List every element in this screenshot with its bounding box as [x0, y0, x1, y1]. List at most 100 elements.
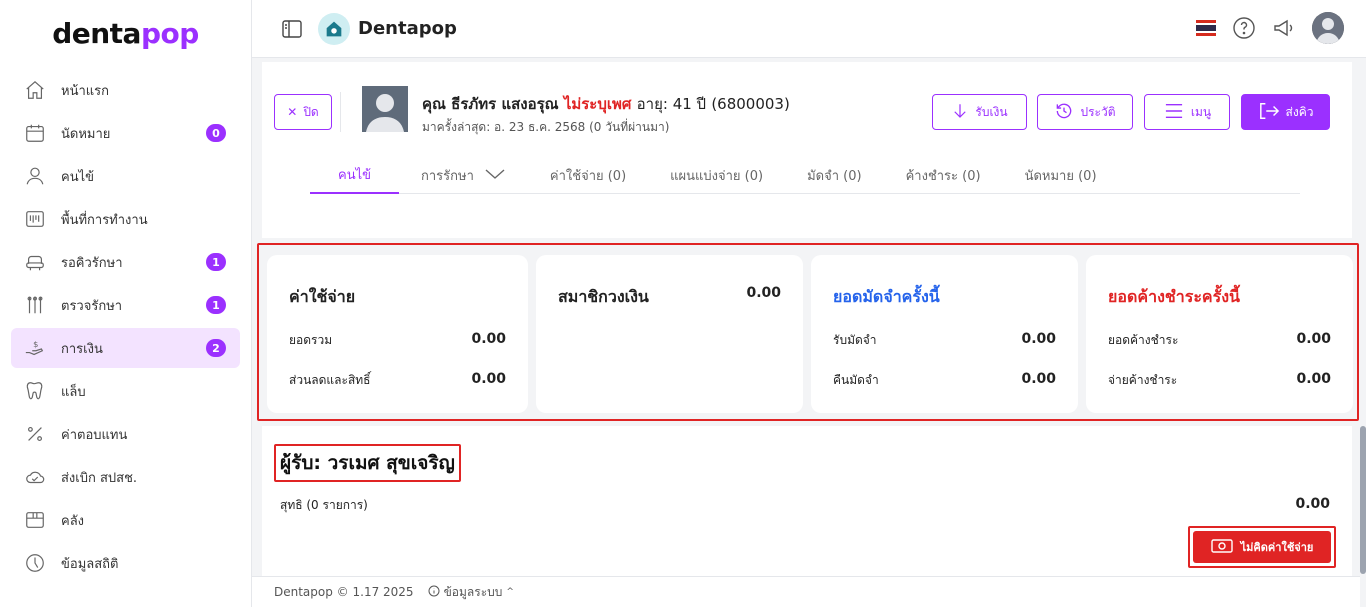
sidebar-item-finance[interactable]: $ การเงิน 2	[11, 328, 240, 368]
last-visit-info: มาครั้งล่าสุด: อ. 23 ธ.ค. 2568 (0 วันที่…	[422, 120, 670, 134]
sidebar-item-appointments[interactable]: นัดหมาย 0	[11, 113, 240, 153]
patient-hn: (6800003)	[711, 95, 790, 113]
logo-text-accent: pop	[140, 16, 199, 50]
divider	[340, 92, 341, 132]
sidebar-item-label: คลัง	[61, 513, 85, 529]
thai-flag-icon[interactable]	[1196, 20, 1216, 37]
sidebar-item-compensation[interactable]: ค่าตอบแทน	[11, 414, 240, 454]
total-row: ยอดรวม 0.00	[289, 331, 506, 350]
sidebar-badge: 0	[206, 124, 226, 142]
tab-appointments[interactable]: นัดหมาย (0)	[1003, 158, 1119, 194]
footer: Dentapop © 1.17 2025 ข้อมูลระบบ ^	[252, 576, 1366, 607]
sidebar-item-label: ส่งเบิก สปสช.	[61, 470, 138, 486]
refund-deposit-row: คืนมัดจำ 0.00	[833, 371, 1056, 390]
stats-icon	[23, 551, 47, 575]
home-icon	[23, 78, 47, 102]
main-scrollbar[interactable]	[1360, 58, 1366, 607]
app-logo[interactable]: denta pop	[0, 0, 251, 62]
top-bar: Dentapop	[252, 0, 1366, 58]
dental-chair-icon	[23, 250, 47, 274]
outstanding-title: ยอดค้างชำระครั้งนี้	[1108, 287, 1240, 306]
sidebar-item-label: นัดหมาย	[61, 126, 111, 142]
top-bar-actions	[1196, 12, 1344, 44]
payment-summary: ค่าใช้จ่าย ยอดรวม 0.00 ส่วนลดและสิทธิ์ 0…	[257, 243, 1359, 421]
sidebar-item-nhso-claim[interactable]: ส่งเบิก สปสช.	[11, 457, 240, 497]
brand-logo-icon	[318, 12, 350, 45]
box-icon	[23, 508, 47, 532]
sidebar-item-workspace[interactable]: พื้นที่การทำงาน	[11, 199, 240, 239]
patient-age: อายุ: 41 ปี	[636, 95, 707, 113]
scrollbar-thumb[interactable]	[1360, 426, 1366, 574]
tab-expenses[interactable]: ค่าใช้จ่าย (0)	[528, 158, 648, 194]
chevron-down-icon	[484, 167, 506, 185]
tab-patient[interactable]: คนไข้	[310, 158, 400, 194]
receive-money-button[interactable]: รับเงิน	[932, 94, 1027, 130]
receive-deposit-label: รับมัดจำ	[833, 333, 877, 347]
sidebar-item-patients[interactable]: คนไข้	[11, 156, 240, 196]
tab-outstanding[interactable]: ค้างชำระ (0)	[884, 158, 1003, 194]
tab-label: ค้างชำระ (0)	[905, 169, 981, 184]
history-button[interactable]: ประวัติ	[1037, 94, 1133, 130]
menu-button[interactable]: เมนู	[1144, 94, 1230, 130]
no-charge-label: ไม่คิดค่าใช้จ่าย	[1240, 542, 1314, 554]
close-button[interactable]: ✕ ปิด	[274, 94, 332, 130]
hamburger-icon	[1163, 102, 1185, 123]
sidebar-toggle-icon[interactable]	[280, 17, 304, 41]
sidebar-badge: 1	[206, 253, 226, 271]
sidebar-item-label: รอคิวรักษา	[61, 255, 123, 271]
user-avatar[interactable]	[1312, 12, 1344, 44]
footer-version: Dentapop © 1.17 2025	[274, 585, 414, 599]
system-info-label: ข้อมูลระบบ	[443, 584, 503, 599]
receive-deposit-value: 0.00	[1021, 331, 1056, 347]
history-icon	[1054, 101, 1074, 124]
discount-row: ส่วนลดและสิทธิ์ 0.00	[289, 371, 506, 390]
no-charge-highlight: ไม่คิดค่าใช้จ่าย	[1188, 526, 1336, 568]
patient-avatar	[362, 86, 408, 132]
discount-value: 0.00	[471, 371, 506, 387]
sidebar-item-label: พื้นที่การทำงาน	[61, 212, 148, 228]
sidebar-item-statistics[interactable]: ข้อมูลสถิติ	[11, 543, 240, 583]
pay-outstanding-row: จ่ายค้างชำระ 0.00	[1108, 371, 1331, 390]
membership-value: 0.00	[746, 285, 781, 301]
tab-installment-plan[interactable]: แผนแบ่งจ่าย (0)	[648, 158, 785, 194]
deposit-card: ยอดมัดจำครั้งนี้ รับมัดจำ 0.00 คืนมัดจำ …	[811, 255, 1078, 413]
no-charge-button[interactable]: ไม่คิดค่าใช้จ่าย	[1193, 531, 1331, 563]
cash-icon	[1210, 538, 1233, 556]
sidebar-item-waiting-queue[interactable]: รอคิวรักษา 1	[11, 242, 240, 282]
receive-money-label: รับเงิน	[975, 104, 1008, 119]
send-queue-label: ส่งคิว	[1285, 104, 1314, 119]
patient-name: คุณ ธีรภัทร แสงอรุณ	[422, 95, 559, 113]
pay-outstanding-label: จ่ายค้างชำระ	[1108, 373, 1178, 387]
info-icon	[428, 585, 440, 600]
tabs-section: คนไข้ การรักษา ค่าใช้จ่าย (0) แผนแบ่งจ่า…	[262, 158, 1352, 238]
menu-label: เมนู	[1190, 104, 1212, 119]
tab-label: การรักษา	[421, 169, 474, 184]
recipient-section: ผู้รับ: วรเมศ สุขเจริญ สุทธิ (0 รายการ) …	[262, 426, 1352, 576]
patient-name-line: คุณ ธีรภัทร แสงอรุณ ไม่ระบุเพศ อายุ: 41 …	[422, 92, 790, 116]
close-icon: ✕	[287, 105, 298, 119]
refund-deposit-label: คืนมัดจำ	[833, 373, 879, 387]
logo-text-main: denta	[52, 16, 141, 50]
sidebar-item-inventory[interactable]: คลัง	[11, 500, 240, 540]
net-value: 0.00	[1295, 496, 1330, 512]
help-icon[interactable]	[1232, 16, 1256, 40]
send-queue-button[interactable]: ส่งคิว	[1241, 94, 1330, 130]
calendar-icon	[23, 121, 47, 145]
recipient-title: ผู้รับ: วรเมศ สุขเจริญ	[274, 444, 461, 482]
refund-deposit-value: 0.00	[1021, 371, 1056, 387]
sidebar-item-lab[interactable]: แล็บ	[11, 371, 240, 411]
sidebar-item-home[interactable]: หน้าแรก	[11, 70, 240, 110]
close-label: ปิด	[303, 104, 319, 119]
sidebar-item-examination[interactable]: ตรวจรักษา 1	[11, 285, 240, 325]
megaphone-icon[interactable]	[1272, 16, 1296, 40]
history-label: ประวัติ	[1080, 104, 1116, 119]
sidebar-item-label: การเงิน	[61, 341, 103, 357]
deposit-title: ยอดมัดจำครั้งนี้	[833, 287, 940, 306]
system-info-link[interactable]: ข้อมูลระบบ ^	[428, 583, 514, 602]
tab-deposit[interactable]: มัดจำ (0)	[785, 158, 883, 194]
total-label: ยอดรวม	[289, 333, 333, 347]
outstanding-row: ยอดค้างชำระ 0.00	[1108, 331, 1331, 350]
tab-treatment[interactable]: การรักษา	[399, 158, 528, 194]
dental-tools-icon	[23, 293, 47, 317]
workspace-icon	[23, 207, 47, 231]
